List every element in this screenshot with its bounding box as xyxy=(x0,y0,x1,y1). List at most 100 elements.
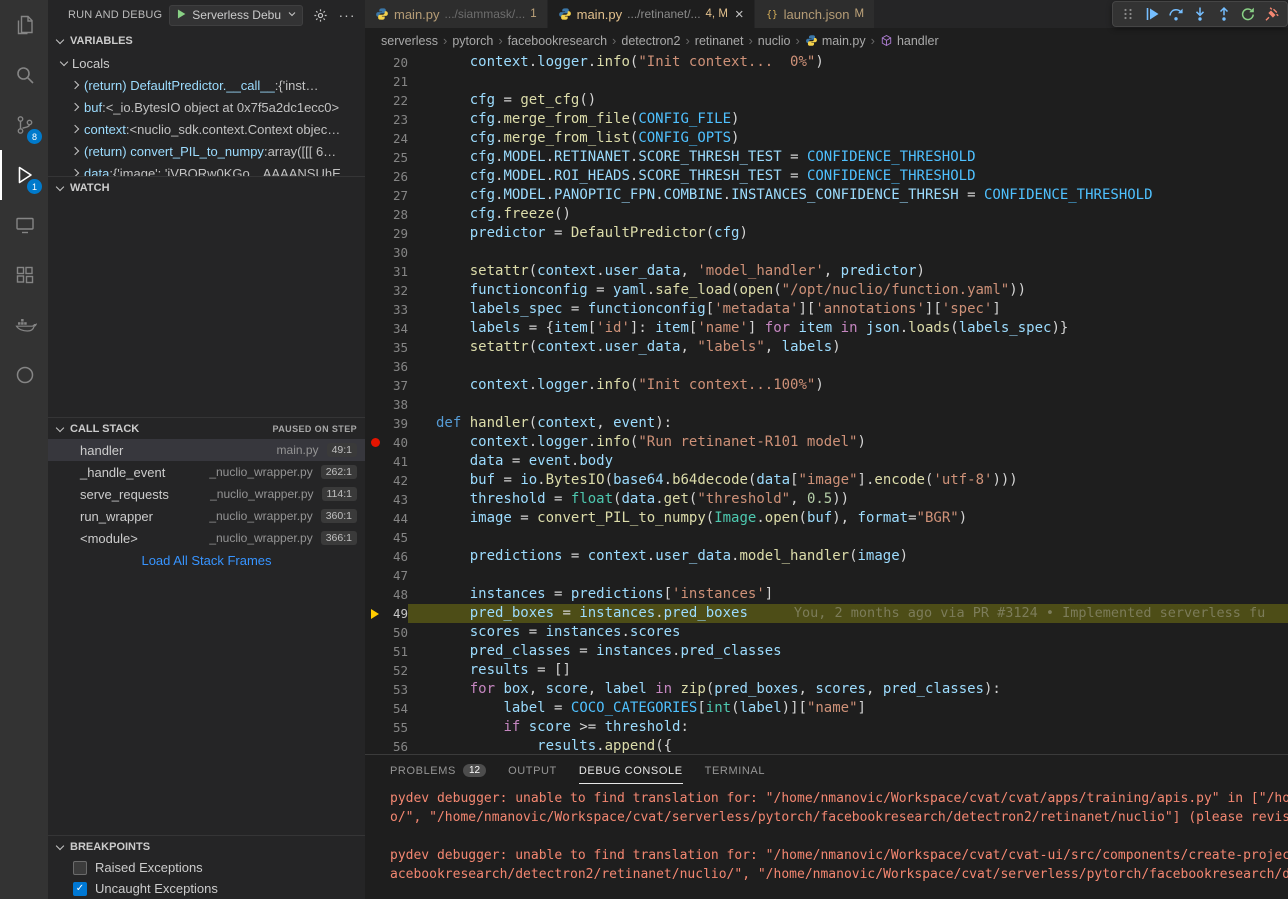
code-line[interactable]: 54 label = COCO_CATEGORIES[int(label)]["… xyxy=(365,699,1288,718)
code-line[interactable]: 36 xyxy=(365,357,1288,376)
drag-grip-handle[interactable] xyxy=(1116,2,1140,26)
code-line[interactable]: 50 scores = instances.scores xyxy=(365,623,1288,642)
close-icon[interactable]: × xyxy=(735,7,744,22)
activity-item-explorer[interactable] xyxy=(0,0,48,50)
debug-current-line-arrow-icon[interactable] xyxy=(365,609,385,619)
code-line[interactable]: 30 xyxy=(365,243,1288,262)
breadcrumb-item[interactable]: nuclio xyxy=(758,34,791,48)
continue-button[interactable] xyxy=(1140,2,1164,26)
code-line[interactable]: 28 cfg.freeze() xyxy=(365,205,1288,224)
line-number[interactable]: 31 xyxy=(385,262,408,281)
code-line[interactable]: 34 labels = {item['id']: item['name'] fo… xyxy=(365,319,1288,338)
line-number[interactable]: 21 xyxy=(385,72,408,91)
load-all-stack-frames-link[interactable]: Load All Stack Frames xyxy=(48,549,365,571)
activity-item-search[interactable] xyxy=(0,50,48,100)
line-number[interactable]: 54 xyxy=(385,699,408,718)
breadcrumb-item[interactable]: main.py xyxy=(805,34,866,48)
code-line[interactable]: 29 predictor = DefaultPredictor(cfg) xyxy=(365,224,1288,243)
line-number[interactable]: 55 xyxy=(385,718,408,737)
line-number[interactable]: 41 xyxy=(385,452,408,471)
code-line[interactable]: 52 results = [] xyxy=(365,661,1288,680)
code-line[interactable]: 32 functionconfig = yaml.safe_load(open(… xyxy=(365,281,1288,300)
code-line[interactable]: 46 predictions = context.user_data.model… xyxy=(365,547,1288,566)
line-number[interactable]: 40 xyxy=(385,433,408,452)
panel-tab-output[interactable]: OUTPUT xyxy=(508,757,557,784)
step-into-button[interactable] xyxy=(1188,2,1212,26)
debug-console-output[interactable]: pydev debugger: unable to find translati… xyxy=(365,785,1288,899)
line-number[interactable]: 28 xyxy=(385,205,408,224)
code-line[interactable]: 53 for box, score, label in zip(pred_box… xyxy=(365,680,1288,699)
line-number[interactable]: 30 xyxy=(385,243,408,262)
code-line[interactable]: 27 cfg.MODEL.PANOPTIC_FPN.COMBINE.INSTAN… xyxy=(365,186,1288,205)
line-number[interactable]: 20 xyxy=(385,53,408,72)
activity-item-docker[interactable] xyxy=(0,300,48,350)
breakpoint-row[interactable]: ✓Uncaught Exceptions xyxy=(48,878,365,899)
variable-row[interactable]: context: <nuclio_sdk.context.Context obj… xyxy=(48,118,365,140)
disconnect-button[interactable] xyxy=(1260,2,1284,26)
breadcrumb-item[interactable]: retinanet xyxy=(695,34,744,48)
breakpoints-section-header[interactable]: BREAKPOINTS xyxy=(48,835,365,857)
watch-section-header[interactable]: WATCH xyxy=(48,176,365,198)
variables-section-header[interactable]: VARIABLES xyxy=(48,30,365,52)
line-number[interactable]: 46 xyxy=(385,547,408,566)
line-number[interactable]: 25 xyxy=(385,148,408,167)
variable-row[interactable]: data: {'image': 'iVBORw0KGo…AAAANSUhE… xyxy=(48,162,365,176)
line-number[interactable]: 29 xyxy=(385,224,408,243)
line-number[interactable]: 38 xyxy=(385,395,408,414)
call-stack-section-header[interactable]: CALL STACK PAUSED ON STEP xyxy=(48,417,365,439)
code-line[interactable]: 40 context.logger.info("Run retinanet-R1… xyxy=(365,433,1288,452)
line-number[interactable]: 24 xyxy=(385,129,408,148)
call-stack-frame[interactable]: handlermain.py49:1 xyxy=(48,439,365,461)
line-number[interactable]: 42 xyxy=(385,471,408,490)
call-stack-frame[interactable]: run_wrapper_nuclio_wrapper.py360:1 xyxy=(48,505,365,527)
activity-item-extensions[interactable] xyxy=(0,250,48,300)
code-line[interactable]: 37 context.logger.info("Init context...1… xyxy=(365,376,1288,395)
activity-item-run-and-debug[interactable]: 1 xyxy=(0,150,48,200)
breakpoint-row[interactable]: Raised Exceptions xyxy=(48,857,365,878)
more-actions-icon[interactable]: ··· xyxy=(337,5,357,25)
line-number[interactable]: 39 xyxy=(385,414,408,433)
code-line[interactable]: 35 setattr(context.user_data, "labels", … xyxy=(365,338,1288,357)
line-number[interactable]: 47 xyxy=(385,566,408,585)
code-line[interactable]: 31 setattr(context.user_data, 'model_han… xyxy=(365,262,1288,281)
code-line[interactable]: 47 xyxy=(365,566,1288,585)
breadcrumb-item[interactable]: facebookresearch xyxy=(508,34,607,48)
activity-item-test-explorer[interactable] xyxy=(0,350,48,400)
line-number[interactable]: 36 xyxy=(385,357,408,376)
code-line[interactable]: 51 pred_classes = instances.pred_classes xyxy=(365,642,1288,661)
breakpoint-checkbox[interactable] xyxy=(73,861,87,875)
line-number[interactable]: 37 xyxy=(385,376,408,395)
call-stack-frame[interactable]: _handle_event_nuclio_wrapper.py262:1 xyxy=(48,461,365,483)
line-number[interactable]: 51 xyxy=(385,642,408,661)
code-line[interactable]: 33 labels_spec = functionconfig['metadat… xyxy=(365,300,1288,319)
code-line[interactable]: 42 buf = io.BytesIO(base64.b64decode(dat… xyxy=(365,471,1288,490)
code-line[interactable]: 45 xyxy=(365,528,1288,547)
code-line[interactable]: 25 cfg.MODEL.RETINANET.SCORE_THRESH_TEST… xyxy=(365,148,1288,167)
code-line[interactable]: 24 cfg.merge_from_list(CONFIG_OPTS) xyxy=(365,129,1288,148)
code-line[interactable]: 38 xyxy=(365,395,1288,414)
editor-tab[interactable]: main.py.../siammask/...1 xyxy=(365,0,548,28)
code-line[interactable]: 20 context.logger.info("Init context... … xyxy=(365,53,1288,72)
variable-row[interactable]: (return) convert_PIL_to_numpy: array([[[… xyxy=(48,140,365,162)
activity-item-source-control[interactable]: 8 xyxy=(0,100,48,150)
breadcrumb-item[interactable]: handler xyxy=(880,34,939,48)
call-stack-frame[interactable]: serve_requests_nuclio_wrapper.py114:1 xyxy=(48,483,365,505)
panel-tab-terminal[interactable]: TERMINAL xyxy=(705,757,765,784)
breakpoint-icon[interactable] xyxy=(365,438,385,447)
code-editor[interactable]: 20 context.logger.info("Init context... … xyxy=(365,53,1288,754)
editor-tab[interactable]: main.py.../retinanet/...4, M× xyxy=(548,0,755,28)
code-line[interactable]: 49 pred_boxes = instances.pred_boxesYou,… xyxy=(365,604,1288,623)
call-stack-frame[interactable]: <module>_nuclio_wrapper.py366:1 xyxy=(48,527,365,549)
line-number[interactable]: 44 xyxy=(385,509,408,528)
line-number[interactable]: 50 xyxy=(385,623,408,642)
code-line[interactable]: 41 data = event.body xyxy=(365,452,1288,471)
editor-tab[interactable]: {}launch.jsonM xyxy=(755,0,875,28)
line-number[interactable]: 22 xyxy=(385,91,408,110)
line-number[interactable]: 26 xyxy=(385,167,408,186)
code-line[interactable]: 43 threshold = float(data.get("threshold… xyxy=(365,490,1288,509)
line-number[interactable]: 48 xyxy=(385,585,408,604)
step-out-button[interactable] xyxy=(1212,2,1236,26)
code-line[interactable]: 55 if score >= threshold: xyxy=(365,718,1288,737)
line-number[interactable]: 53 xyxy=(385,680,408,699)
code-line[interactable]: 39def handler(context, event): xyxy=(365,414,1288,433)
